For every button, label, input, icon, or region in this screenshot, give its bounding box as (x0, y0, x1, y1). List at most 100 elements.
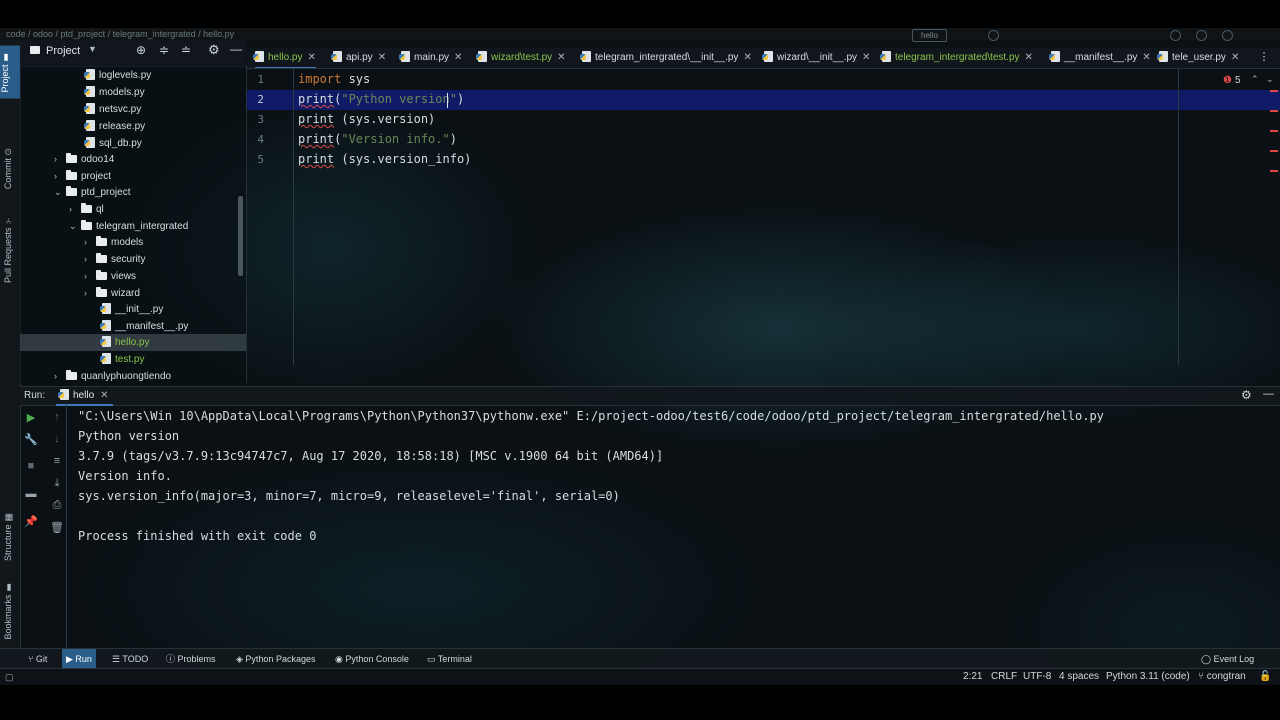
chevron-up-icon[interactable]: ⌃ (1251, 74, 1259, 85)
tree-item[interactable]: › odoo14 (54, 151, 114, 168)
tab-hello-py[interactable]: hello.py ✕ (253, 48, 316, 68)
tab-telegram-test-py[interactable]: telegram_intergrated\test.py ✕ (880, 48, 1033, 67)
chevron-right-icon[interactable]: › (84, 251, 96, 268)
tree-item[interactable]: ⌄ telegram_intergrated (69, 218, 188, 235)
hide-panel-icon[interactable]: — (230, 42, 242, 56)
python-interpreter[interactable]: Python 3.11 (code) (1106, 669, 1190, 685)
panel-toggle-icon[interactable]: ▢ (5, 669, 14, 685)
code-line[interactable]: print (sys.version) (298, 112, 435, 126)
tree-item[interactable]: sql_db.py (84, 135, 142, 152)
close-icon[interactable]: ✕ (1025, 52, 1033, 63)
tab-wizard-init-py[interactable]: wizard\__init__.py ✕ (762, 48, 870, 67)
error-stripe-mark[interactable] (1270, 90, 1278, 92)
close-icon[interactable]: ✕ (307, 52, 315, 63)
arrow-up-icon[interactable]: ↑ (50, 411, 64, 423)
chevron-right-icon[interactable]: › (54, 368, 66, 383)
code-line[interactable]: print("Version info.") (298, 132, 457, 146)
chevron-down-icon[interactable]: ⌄ (69, 218, 81, 235)
run-tab-hello[interactable]: hello ✕ (56, 387, 113, 406)
soft-wrap-icon[interactable]: ≡ (50, 455, 64, 467)
expand-all-icon[interactable]: ≑ (159, 43, 169, 57)
caret-position[interactable]: 2:21 (963, 669, 982, 685)
tree-item[interactable]: › quanlyphuongtiendo (54, 368, 171, 383)
chevron-right-icon[interactable]: › (84, 268, 96, 285)
tool-event-log[interactable]: ◯ Event Log (1201, 649, 1254, 669)
tree-item[interactable]: loglevels.py (84, 67, 151, 84)
tab-main-py[interactable]: main.py ✕ (399, 48, 462, 67)
line-separator[interactable]: CRLF (991, 669, 1017, 685)
tree-item[interactable]: ⌄ ptd_project (54, 184, 130, 201)
file-encoding[interactable]: UTF-8 (1023, 669, 1051, 685)
tool-python-packages[interactable]: ◈ Python Packages (236, 649, 315, 669)
close-icon[interactable]: ✕ (454, 52, 462, 63)
tree-item[interactable]: __init__.py (100, 301, 163, 318)
error-icon[interactable]: ❶ (1223, 75, 1232, 86)
chevron-right-icon[interactable]: › (84, 285, 96, 302)
tree-item[interactable]: › wizard (84, 285, 140, 302)
print-icon[interactable]: ⎙ (50, 499, 64, 512)
error-stripe-mark[interactable] (1270, 110, 1278, 112)
error-count[interactable]: 5 (1235, 75, 1241, 86)
chevron-down-icon[interactable]: ⌄ (54, 184, 66, 201)
close-icon[interactable]: ✕ (557, 52, 565, 63)
error-stripe-mark[interactable] (1270, 170, 1278, 172)
project-view-title[interactable]: Project (46, 45, 80, 57)
rerun-icon[interactable]: ▶ (24, 411, 38, 424)
stripe-item-commit[interactable]: Commit ⊙ (3, 148, 13, 189)
layout-icon[interactable]: ▬ (24, 488, 38, 500)
error-stripe-mark[interactable] (1270, 130, 1278, 132)
run-icon[interactable] (988, 30, 999, 41)
close-icon[interactable]: ✕ (378, 52, 386, 63)
tool-git[interactable]: ⑂ Git (28, 649, 47, 669)
stripe-item-structure[interactable]: Structure ▦ (3, 512, 13, 561)
code-line[interactable]: import sys (298, 72, 370, 86)
close-icon[interactable]: ✕ (1231, 52, 1239, 63)
close-icon[interactable]: ✕ (100, 390, 108, 401)
code-line[interactable]: print("Python version") (298, 92, 464, 106)
tree-item[interactable]: › project (54, 168, 111, 185)
stripe-item-bookmarks[interactable]: Bookmarks ▮ (3, 582, 13, 640)
chevron-down-icon[interactable]: ▼ (88, 44, 97, 54)
close-icon[interactable]: ✕ (743, 52, 751, 63)
tree-item[interactable]: › views (84, 268, 136, 285)
tab-manifest-py[interactable]: __manifest__.py ✕ (1049, 48, 1151, 67)
breadcrumb[interactable]: code / odoo / ptd_project / telegram_int… (6, 29, 234, 39)
trash-icon[interactable]: 🗑 (50, 521, 64, 534)
hide-panel-icon[interactable]: — (1263, 388, 1274, 400)
tree-item-selected[interactable]: hello.py (20, 334, 246, 351)
tree-item[interactable]: netsvc.py (84, 101, 141, 118)
arrow-down-icon[interactable]: ↓ (50, 433, 64, 445)
tab-tele-user-py[interactable]: tele_user.py ✕ (1157, 48, 1239, 67)
tool-run[interactable]: ▶ Run (62, 649, 96, 669)
chevron-right-icon[interactable]: › (54, 168, 66, 185)
indent-setting[interactable]: 4 spaces (1059, 669, 1099, 685)
wrench-icon[interactable]: 🔧 (24, 433, 38, 446)
tool-python-console[interactable]: ◉ Python Console (335, 649, 409, 669)
scroll-to-end-icon[interactable]: ⤓ (50, 477, 64, 490)
chevron-right-icon[interactable]: › (54, 151, 66, 168)
stripe-item-project[interactable]: Project ▮ (0, 46, 20, 99)
tab-telegram-init-py[interactable]: telegram_intergrated\__init__.py ✕ (580, 48, 752, 67)
code-line[interactable]: print (sys.version_info) (298, 152, 471, 166)
run-config-selector[interactable]: hello (912, 29, 947, 42)
settings-icon[interactable] (1222, 30, 1233, 41)
chevron-down-icon[interactable]: ⌄ (1266, 74, 1274, 85)
tab-list-icon[interactable]: ⋮ (1255, 49, 1273, 66)
search-icon[interactable] (1196, 30, 1207, 41)
error-stripe-mark[interactable] (1270, 150, 1278, 152)
tool-problems[interactable]: ⓘ Problems (166, 649, 216, 669)
tool-terminal[interactable]: ▭ Terminal (427, 649, 472, 669)
tree-scrollbar[interactable] (238, 196, 243, 276)
git-branch[interactable]: ⑂ congtran (1198, 669, 1246, 685)
chevron-right-icon[interactable]: › (84, 234, 96, 251)
tree-item[interactable]: test.py (100, 351, 144, 368)
tree-item[interactable]: models.py (84, 84, 145, 101)
stripe-item-pull-requests[interactable]: Pull Requests ⑂ (3, 216, 13, 283)
close-icon[interactable]: ✕ (1142, 52, 1150, 63)
lock-icon[interactable]: 🔓 (1259, 669, 1271, 685)
tree-item[interactable]: › security (84, 251, 145, 268)
chevron-right-icon[interactable]: › (69, 201, 81, 218)
tree-item[interactable]: release.py (84, 118, 145, 135)
tab-wizard-test-py[interactable]: wizard\test.py ✕ (476, 48, 566, 67)
gear-icon[interactable]: ⚙ (1241, 388, 1252, 402)
